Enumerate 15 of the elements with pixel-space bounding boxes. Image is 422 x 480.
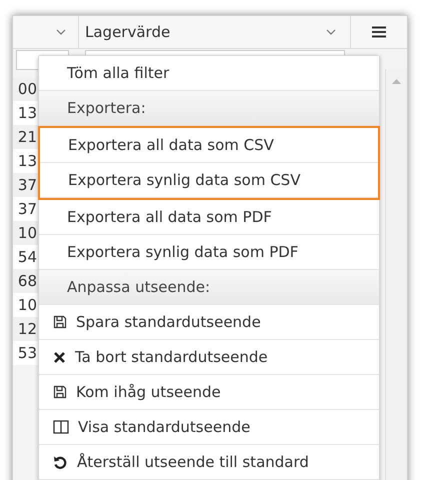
table-cell: 10: [13, 293, 38, 317]
column-title: Lagervärde: [85, 22, 170, 43]
table-cell: 68: [13, 269, 38, 293]
table-cell: 13: [13, 149, 38, 173]
menu-section-header: Exportera:: [39, 91, 379, 126]
table-cell: 37: [13, 197, 38, 221]
table-cell: 13: [13, 101, 38, 125]
table-cell: 37: [13, 173, 38, 197]
table-cell: 00: [13, 77, 38, 101]
table-cell: 54: [13, 245, 38, 269]
table-cell: 12: [13, 317, 38, 341]
table-cell: 10: [13, 221, 38, 245]
table-cell: 21: [13, 125, 38, 149]
menu-section-header: Anpassa utseende:: [39, 270, 379, 305]
table-cell: 53: [13, 341, 38, 365]
